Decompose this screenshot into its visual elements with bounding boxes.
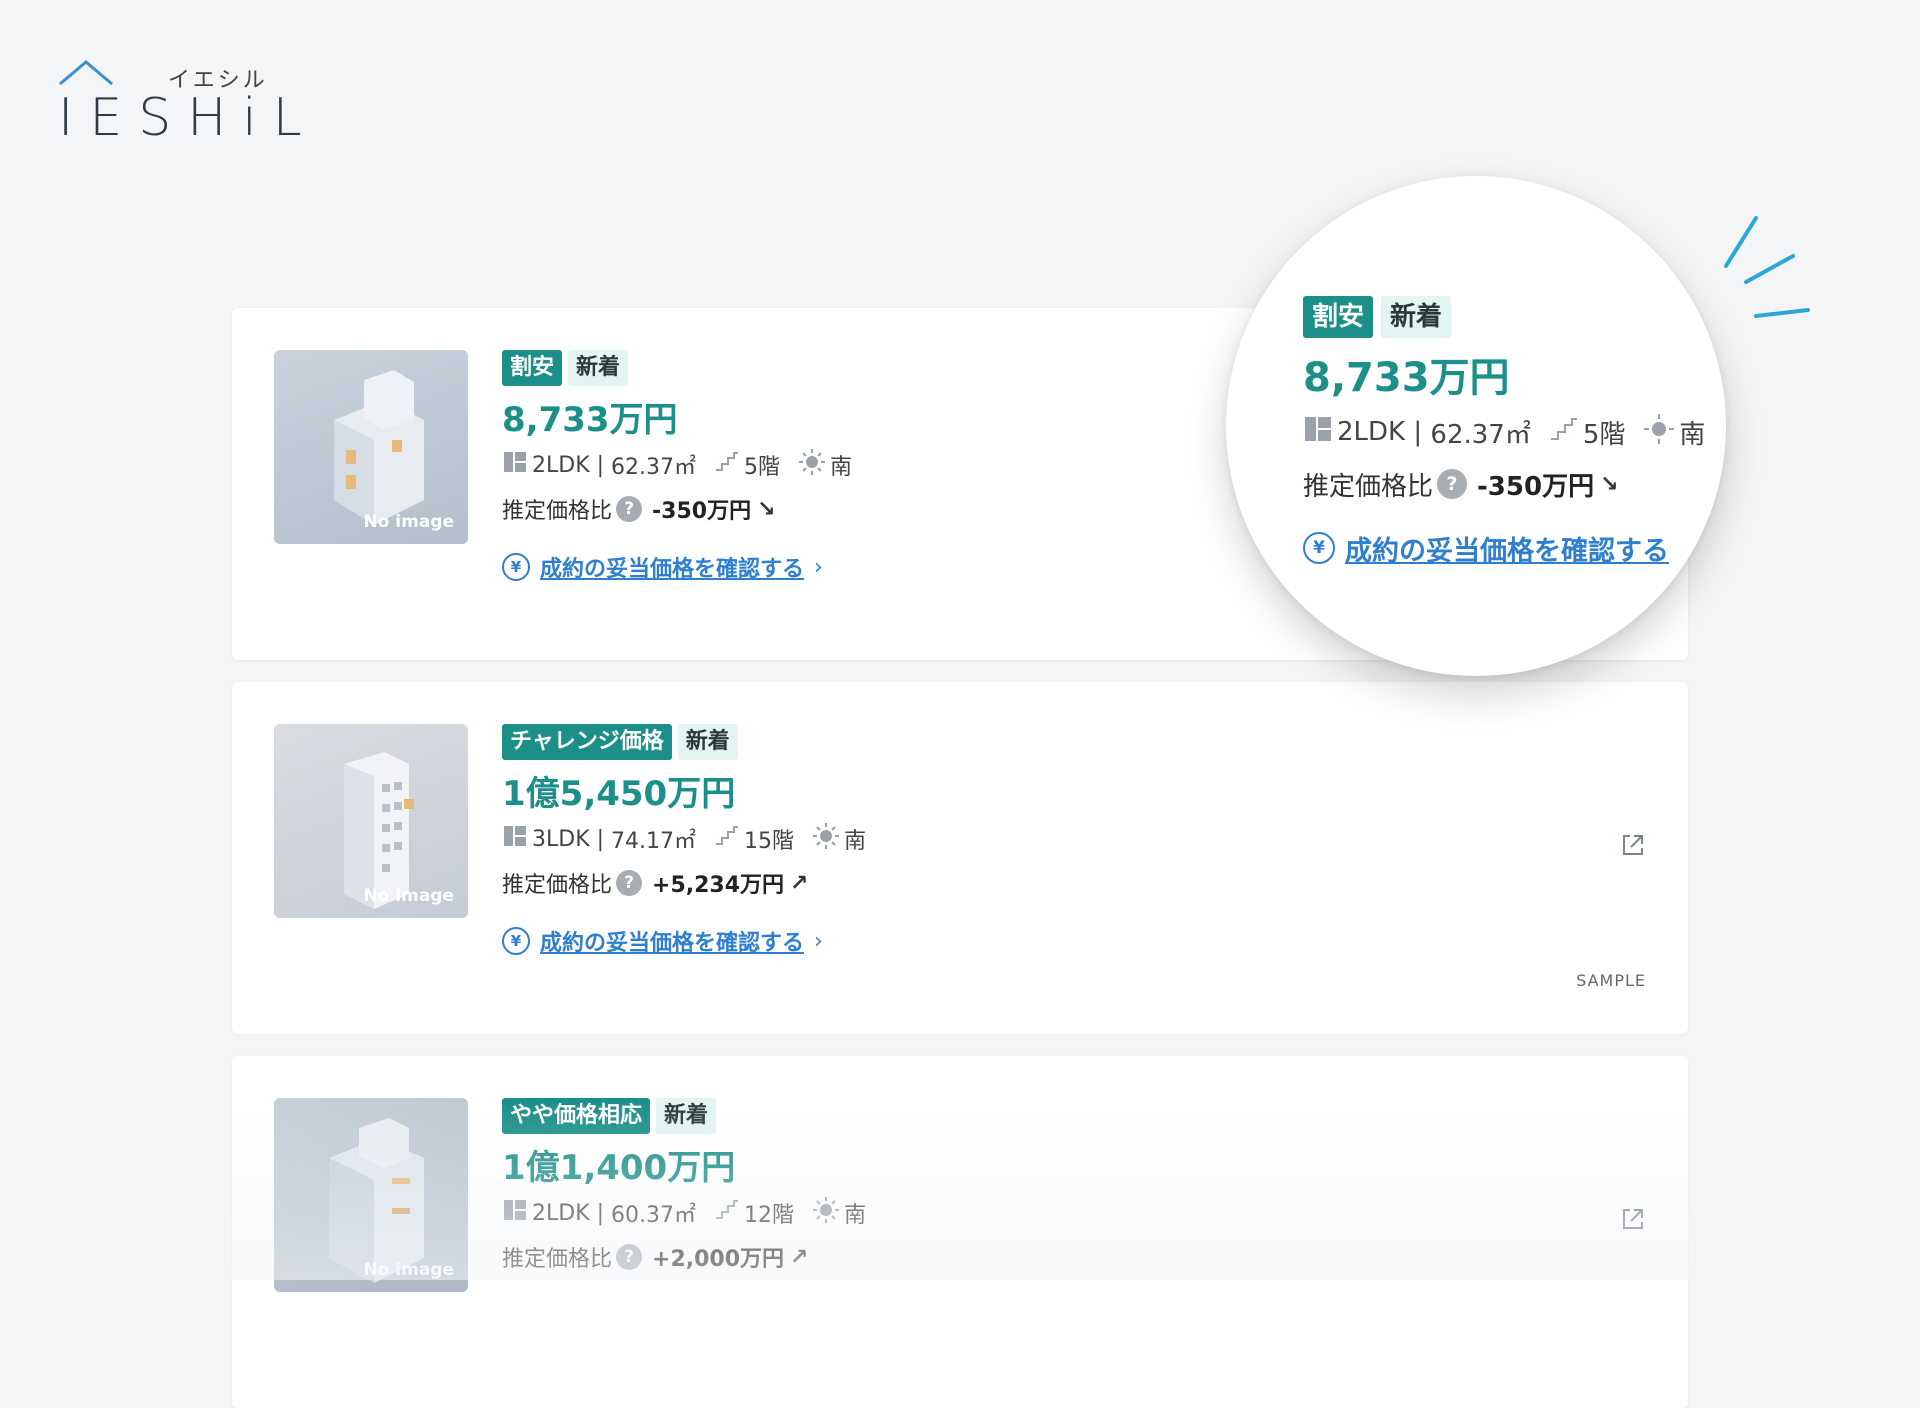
price-diff: +2,000万円 <box>652 1247 785 1272</box>
no-image-label: No image <box>363 1260 454 1280</box>
trend-down-arrow-icon: ↘ <box>757 496 776 522</box>
floorplan-icon <box>502 824 528 854</box>
help-icon[interactable]: ? <box>616 496 643 522</box>
property-thumbnail[interactable]: No image <box>274 724 468 918</box>
stairs-icon <box>714 824 740 854</box>
floorplan-icon <box>1303 415 1333 450</box>
stairs-icon <box>1549 415 1579 450</box>
spec-divider: | <box>1405 417 1431 447</box>
new-badge: 新着 <box>656 1098 717 1134</box>
floor-text: 12階 <box>744 1203 795 1228</box>
area-text: 62.37㎡ <box>1430 419 1531 450</box>
ieshil-logo[interactable]: イエシル IESHiL <box>58 58 302 148</box>
layout-text: 2LDK <box>1337 417 1406 447</box>
chevron-right-icon: › <box>814 928 823 954</box>
new-badge: 新着 <box>568 350 629 386</box>
listing-card[interactable]: No image やや価格相応 新着 1億1,400万円 2LDK | 60.3… <box>232 1056 1688 1408</box>
listing-price: 8,733万円 <box>1303 355 1510 401</box>
ratio-label: 推定価格比 <box>502 873 613 898</box>
check-price-link: ¥ 成約の妥当価格を確認する <box>1303 528 1726 568</box>
direction-text: 南 <box>830 455 853 480</box>
ratio-label: 推定価格比 <box>502 499 613 524</box>
sun-icon <box>812 1196 840 1230</box>
spec-divider: | <box>589 1200 612 1226</box>
floor-text: 5階 <box>744 455 781 480</box>
help-icon[interactable]: ? <box>616 870 643 896</box>
area-text: 74.17㎡ <box>611 829 697 854</box>
area-text: 62.37㎡ <box>611 455 697 480</box>
property-thumbnail[interactable]: No image <box>274 1098 468 1292</box>
price-diff: +5,234万円 <box>652 873 785 898</box>
direction-text: 南 <box>844 829 867 854</box>
floor-text: 15階 <box>744 829 795 854</box>
sparkle-decoration <box>1724 216 1810 318</box>
price-rating-badge: 割安 <box>502 350 563 386</box>
logo-wordmark: IESHiL <box>58 88 318 148</box>
direction-text: 南 <box>844 1203 867 1228</box>
layout-text: 3LDK <box>532 826 590 852</box>
floor-text: 5階 <box>1582 419 1626 450</box>
trend-up-arrow-icon: ↗ <box>790 870 809 896</box>
yen-icon: ¥ <box>502 927 530 955</box>
check-price-link-text[interactable]: 成約の妥当価格を確認する <box>540 551 804 583</box>
price-diff: -350万円 <box>1477 471 1595 502</box>
floorplan-icon <box>502 1198 528 1228</box>
stairs-icon <box>714 1198 740 1228</box>
check-price-link[interactable]: ¥ 成約の妥当価格を確認する › <box>502 924 1402 958</box>
layout-text: 2LDK <box>532 1200 590 1226</box>
sun-icon <box>798 448 826 482</box>
sun-icon <box>812 822 840 856</box>
sample-label: SAMPLE <box>1576 971 1646 990</box>
listing-price: 1億1,400万円 <box>502 1148 736 1188</box>
trend-down-arrow-icon: ↘ <box>1600 471 1619 497</box>
no-image-label: No image <box>363 886 454 906</box>
new-badge: 新着 <box>1381 296 1452 338</box>
spec-divider: | <box>589 452 612 478</box>
layout-text: 2LDK <box>532 452 590 478</box>
chevron-right-icon: › <box>814 554 823 580</box>
external-link-icon[interactable] <box>1618 830 1648 860</box>
trend-up-arrow-icon: ↗ <box>790 1244 809 1270</box>
spec-divider: | <box>589 826 612 852</box>
new-badge: 新着 <box>677 724 738 760</box>
house-roof-icon <box>59 60 113 86</box>
area-text: 60.37㎡ <box>611 1203 697 1228</box>
check-price-link-text: 成約の妥当価格を確認する <box>1345 535 1669 567</box>
floorplan-icon <box>502 450 528 480</box>
magnifier-callout: 割安 新着 8,733万円 2LDK | 62.37㎡ 5階 南 推定価格比 ? <box>1226 176 1726 676</box>
ratio-label: 推定価格比 <box>1303 471 1434 502</box>
price-rating-badge: やや価格相応 <box>502 1098 651 1134</box>
property-thumbnail[interactable]: No image <box>274 350 468 544</box>
check-price-link-text[interactable]: 成約の妥当価格を確認する <box>540 925 804 957</box>
listing-card[interactable]: No image チャレンジ価格 新着 1億5,450万円 3LDK | 74.… <box>232 682 1688 1034</box>
listing-price: 1億5,450万円 <box>502 774 736 814</box>
direction-text: 南 <box>1679 419 1706 450</box>
price-diff: -350万円 <box>652 499 752 524</box>
ratio-label: 推定価格比 <box>502 1247 613 1272</box>
help-icon[interactable]: ? <box>616 1244 643 1270</box>
external-link-icon[interactable] <box>1618 1204 1648 1234</box>
yen-icon: ¥ <box>502 553 530 581</box>
sun-icon <box>1643 413 1675 452</box>
yen-icon: ¥ <box>1303 532 1335 564</box>
price-rating-badge: 割安 <box>1303 296 1374 338</box>
help-icon: ? <box>1437 469 1468 499</box>
no-image-label: No image <box>363 512 454 532</box>
price-rating-badge: チャレンジ価格 <box>502 724 672 760</box>
stairs-icon <box>714 450 740 480</box>
